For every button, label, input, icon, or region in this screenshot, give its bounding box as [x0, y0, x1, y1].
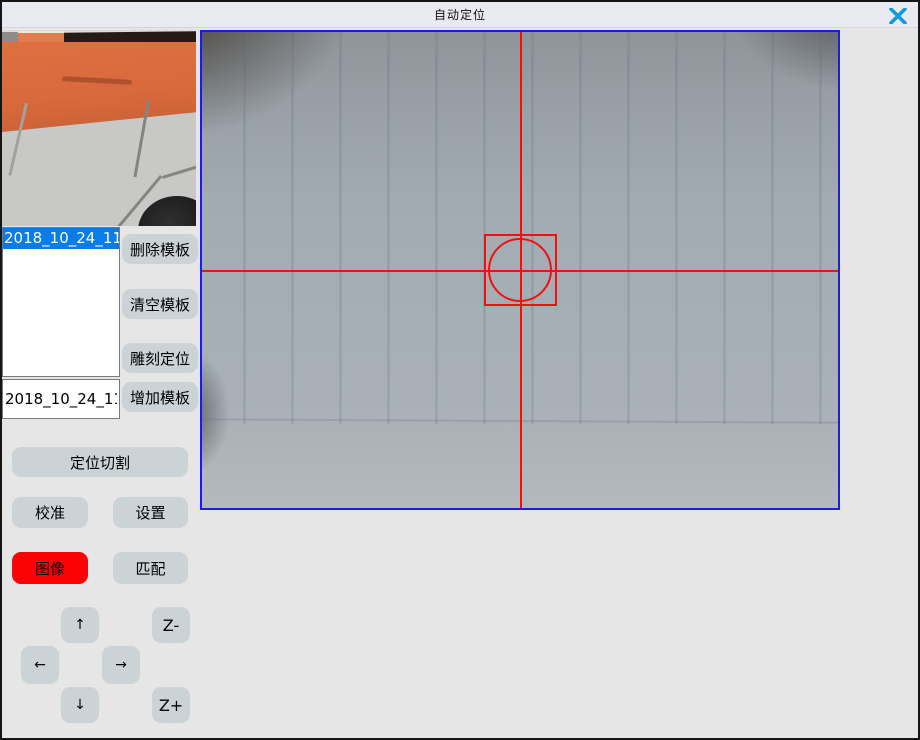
template-name-input[interactable] — [2, 379, 120, 419]
thumbnail-dark-object — [138, 196, 196, 226]
close-icon — [889, 8, 907, 24]
jog-down-button[interactable]: ↓ — [61, 687, 99, 723]
template-capture-circle — [488, 238, 552, 302]
jog-left-button[interactable]: ← — [21, 646, 59, 684]
jog-z-minus-button[interactable]: Z- — [152, 607, 190, 643]
template-thumbnail — [2, 30, 196, 226]
jog-right-button[interactable]: → — [102, 646, 140, 684]
match-button[interactable]: 匹配 — [113, 552, 188, 584]
title-bar: 自动定位 — [2, 2, 918, 28]
thumbnail-grout-line — [162, 165, 196, 179]
jog-up-button[interactable]: ↑ — [61, 607, 99, 643]
camera-view — [200, 30, 840, 510]
locate-cut-button[interactable]: 定位切割 — [12, 447, 188, 477]
calibrate-button[interactable]: 校准 — [12, 497, 88, 528]
page-title: 自动定位 — [434, 6, 486, 23]
engrave-locate-button[interactable]: 雕刻定位 — [122, 343, 198, 373]
auto-locate-dialog: 自动定位 2018_10_24_11 删除模板 清空模板 雕刻定位 增加模板 定… — [0, 0, 920, 740]
clear-templates-button[interactable]: 清空模板 — [122, 289, 198, 319]
delete-template-button[interactable]: 删除模板 — [122, 234, 198, 264]
image-button[interactable]: 图像 — [12, 552, 88, 584]
jog-z-plus-button[interactable]: Z+ — [152, 687, 190, 723]
template-listbox[interactable]: 2018_10_24_11 — [2, 227, 120, 377]
close-button[interactable] — [884, 5, 912, 27]
settings-button[interactable]: 设置 — [113, 497, 188, 528]
template-list-item[interactable]: 2018_10_24_11 — [3, 228, 119, 249]
thumbnail-orange-beam — [2, 42, 196, 132]
add-template-button[interactable]: 增加模板 — [122, 382, 198, 412]
